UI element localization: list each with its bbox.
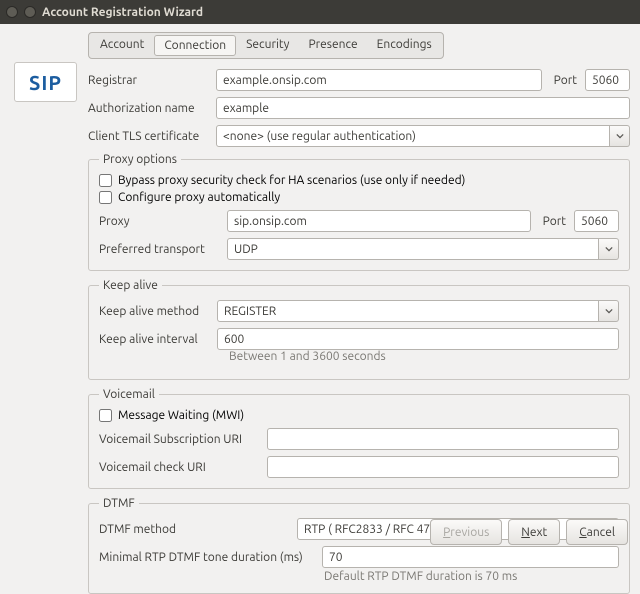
mwi-checkbox-row[interactable]: Message Waiting (MWI) — [99, 409, 619, 422]
tab-connection[interactable]: Connection — [154, 35, 236, 56]
dtmf-method-label: DTMF method — [99, 523, 289, 536]
tls-label: Client TLS certificate — [88, 130, 208, 143]
chevron-down-icon[interactable] — [610, 125, 630, 147]
min-rtp-label: Minimal RTP DTMF tone duration (ms) — [99, 551, 314, 564]
registrar-input[interactable] — [216, 69, 542, 91]
window-title: Account Registration Wizard — [42, 6, 203, 19]
registrar-label: Registrar — [88, 74, 208, 87]
proxy-port-label: Port — [543, 215, 566, 228]
chevron-down-icon[interactable] — [599, 238, 619, 260]
vm-sub-input[interactable] — [267, 428, 619, 450]
ka-method-combo[interactable] — [217, 300, 619, 322]
tab-bar: Account Connection Security Presence Enc… — [88, 32, 444, 59]
autoconf-label: Configure proxy automatically — [118, 191, 280, 204]
tab-security[interactable]: Security — [237, 35, 298, 56]
footer-buttons: Previous Next Cancel — [430, 519, 628, 545]
tab-presence[interactable]: Presence — [299, 35, 366, 56]
voicemail-fieldset: Voicemail Message Waiting (MWI) Voicemai… — [88, 388, 630, 489]
proxy-fieldset: Proxy options Bypass proxy security chec… — [88, 153, 630, 271]
ka-interval-input[interactable] — [217, 328, 619, 350]
preferred-label: Preferred transport — [99, 243, 219, 256]
ka-hint: Between 1 and 3600 seconds — [229, 350, 619, 363]
bypass-checkbox[interactable] — [99, 174, 112, 187]
vm-chk-input[interactable] — [267, 456, 619, 478]
close-icon[interactable] — [6, 6, 18, 18]
keepalive-fieldset: Keep alive Keep alive method Keep alive … — [88, 279, 630, 380]
sip-logo: SIP — [14, 62, 77, 102]
registrar-port-input[interactable] — [585, 69, 630, 91]
ka-interval-label: Keep alive interval — [99, 333, 209, 346]
preferred-value[interactable] — [227, 238, 599, 260]
ka-method-label: Keep alive method — [99, 305, 209, 318]
keepalive-legend: Keep alive — [99, 279, 162, 292]
registrar-port-label: Port — [554, 74, 577, 87]
auth-input[interactable] — [216, 97, 630, 119]
tab-encodings[interactable]: Encodings — [368, 35, 441, 56]
min-rtp-input[interactable] — [322, 546, 619, 568]
content: SIP Account Connection Security Presence… — [0, 24, 640, 553]
voicemail-legend: Voicemail — [99, 388, 159, 401]
proxy-port-input[interactable] — [574, 210, 619, 232]
autoconf-checkbox[interactable] — [99, 191, 112, 204]
titlebar: Account Registration Wizard — [0, 0, 640, 24]
auth-label: Authorization name — [88, 102, 208, 115]
cancel-button[interactable]: Cancel — [566, 519, 628, 545]
dtmf-legend: DTMF — [99, 497, 139, 510]
vm-chk-label: Voicemail check URI — [99, 461, 259, 474]
dtmf-hint: Default RTP DTMF duration is 70 ms — [324, 570, 619, 583]
dtmf-fieldset: DTMF DTMF method Minimal RTP DTMF tone d… — [88, 497, 630, 594]
proxy-label: Proxy — [99, 215, 219, 228]
tab-account[interactable]: Account — [91, 35, 153, 56]
connection-panel: Registrar Port Authorization name Client… — [88, 69, 630, 594]
mwi-label: Message Waiting (MWI) — [118, 409, 244, 422]
mwi-checkbox[interactable] — [99, 409, 112, 422]
next-button[interactable]: Next — [508, 519, 560, 545]
proxy-input[interactable] — [227, 210, 531, 232]
vm-sub-label: Voicemail Subscription URI — [99, 433, 259, 446]
preferred-combo[interactable] — [227, 238, 619, 260]
tls-value[interactable] — [216, 125, 610, 147]
minimize-icon[interactable] — [24, 6, 36, 18]
bypass-checkbox-row[interactable]: Bypass proxy security check for HA scena… — [99, 174, 619, 187]
autoconf-checkbox-row[interactable]: Configure proxy automatically — [99, 191, 619, 204]
bypass-label: Bypass proxy security check for HA scena… — [118, 174, 465, 187]
proxy-legend: Proxy options — [99, 153, 181, 166]
tls-combo[interactable] — [216, 125, 630, 147]
ka-method-value[interactable] — [217, 300, 599, 322]
chevron-down-icon[interactable] — [599, 300, 619, 322]
previous-button: Previous — [430, 519, 502, 545]
